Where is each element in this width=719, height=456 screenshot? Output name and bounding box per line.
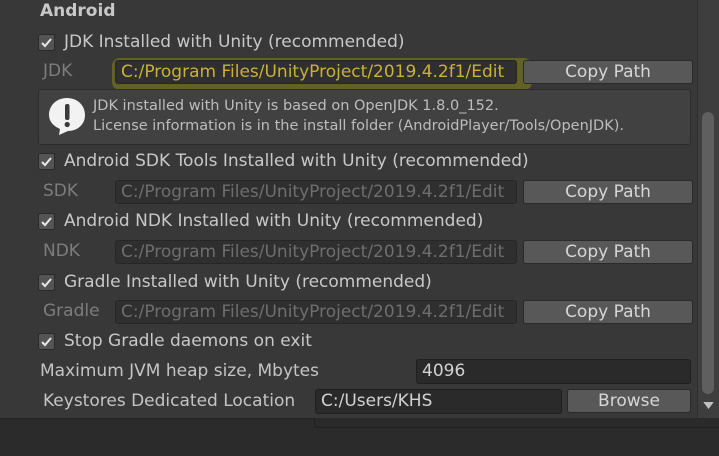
checkmark-icon xyxy=(41,37,52,47)
gradle-path-field: C:/Program Files/UnityProject/2019.4.2f1… xyxy=(115,300,517,324)
gradle-path-label: Gradle xyxy=(43,301,100,321)
jvm-heap-input[interactable]: 4096 xyxy=(416,359,691,384)
exclamation-speech-bubble-icon xyxy=(49,98,85,135)
jdk-info-line-1: JDK installed with Unity is based on Ope… xyxy=(93,98,499,114)
gradle-path-value: C:/Program Files/UnityProject/2019.4.2f1… xyxy=(121,302,505,322)
search-field-edge[interactable] xyxy=(314,418,719,428)
gradle-checkbox-label: Gradle Installed with Unity (recommended… xyxy=(64,272,432,292)
jdk-checkbox-row[interactable]: JDK Installed with Unity (recommended) xyxy=(38,31,405,53)
android-preferences-panel: Android JDK Installed with Unity (recomm… xyxy=(0,0,697,418)
checkmark-icon xyxy=(41,216,52,226)
vertical-scrollbar[interactable] xyxy=(697,0,719,418)
keystores-location-value: C:/Users/KHS xyxy=(321,391,433,411)
scrollbar-thumb[interactable] xyxy=(702,112,714,394)
stop-gradle-checkbox-row[interactable]: Stop Gradle daemons on exit xyxy=(38,330,312,352)
ndk-path-field: C:/Program Files/UnityProject/2019.4.2f1… xyxy=(115,240,517,264)
triangle-down-icon[interactable] xyxy=(702,398,714,412)
gradle-checkbox-row[interactable]: Gradle Installed with Unity (recommended… xyxy=(38,271,432,293)
jdk-checkbox-label: JDK Installed with Unity (recommended) xyxy=(64,32,405,52)
sdk-path-label: SDK xyxy=(43,181,79,201)
ndk-checkbox-label: Android NDK Installed with Unity (recomm… xyxy=(64,211,484,231)
stop-gradle-checkbox[interactable] xyxy=(38,332,55,350)
ndk-path-value: C:/Program Files/UnityProject/2019.4.2f1… xyxy=(121,242,505,262)
checkmark-icon xyxy=(41,156,52,166)
sdk-path-value: C:/Program Files/UnityProject/2019.4.2f1… xyxy=(121,182,505,202)
gradle-copy-path-button[interactable]: Copy Path xyxy=(523,300,693,324)
checkmark-icon xyxy=(41,336,52,346)
ndk-path-label: NDK xyxy=(43,241,80,261)
checkmark-icon xyxy=(41,277,52,287)
jvm-heap-label: Maximum JVM heap size, Mbytes xyxy=(40,361,319,381)
sdk-checkbox[interactable] xyxy=(38,152,55,170)
keystores-label: Keystores Dedicated Location xyxy=(43,391,296,411)
jdk-checkbox[interactable] xyxy=(38,33,55,51)
jdk-info-line-2: License information is in the install fo… xyxy=(93,118,624,134)
sdk-checkbox-row[interactable]: Android SDK Tools Installed with Unity (… xyxy=(38,150,529,172)
stop-gradle-checkbox-label: Stop Gradle daemons on exit xyxy=(64,331,312,351)
jvm-heap-value: 4096 xyxy=(422,361,466,381)
keystores-browse-button[interactable]: Browse xyxy=(567,389,691,413)
sdk-checkbox-label: Android SDK Tools Installed with Unity (… xyxy=(64,151,529,171)
sdk-path-field: C:/Program Files/UnityProject/2019.4.2f1… xyxy=(115,180,517,204)
jdk-copy-path-button[interactable]: Copy Path xyxy=(523,60,693,84)
jdk-path-value: C:/Program Files/UnityProject/2019.4.2f1… xyxy=(121,62,505,82)
jdk-path-field: C:/Program Files/UnityProject/2019.4.2f1… xyxy=(115,60,517,84)
gradle-checkbox[interactable] xyxy=(38,273,55,291)
keystores-location-input[interactable]: C:/Users/KHS xyxy=(315,389,562,414)
jdk-path-label: JDK xyxy=(43,61,73,81)
bottom-area xyxy=(0,418,719,456)
section-title: Android xyxy=(40,1,116,21)
ndk-copy-path-button[interactable]: Copy Path xyxy=(523,240,693,264)
ndk-checkbox[interactable] xyxy=(38,212,55,230)
sdk-copy-path-button[interactable]: Copy Path xyxy=(523,180,693,204)
jdk-info-helpbox: JDK installed with Unity is based on Ope… xyxy=(38,89,691,145)
ndk-checkbox-row[interactable]: Android NDK Installed with Unity (recomm… xyxy=(38,210,483,232)
